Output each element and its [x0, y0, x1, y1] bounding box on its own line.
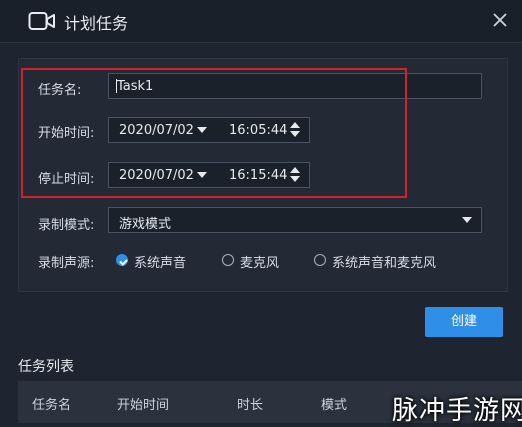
stop-date-dropdown-icon[interactable]: [197, 172, 207, 178]
task-name-label: 任务名:: [38, 83, 82, 98]
start-date-dropdown-icon[interactable]: [197, 127, 207, 133]
start-time-label: 开始时间:: [38, 126, 95, 141]
radio-label: 系统声音: [134, 256, 187, 271]
record-mode-label: 录制模式:: [38, 218, 95, 233]
text-cursor: [116, 79, 117, 93]
window-title: 计划任务: [64, 14, 129, 33]
start-date-value: 2020/07/02: [119, 123, 194, 138]
create-button[interactable]: 创建: [425, 307, 503, 337]
stop-date-value: 2020/07/02: [119, 168, 194, 183]
radio-unchecked-icon: [222, 254, 234, 266]
radio-label: 麦克风: [240, 256, 280, 271]
stop-time-spinner-icon[interactable]: [290, 167, 300, 183]
chevron-down-icon[interactable]: [462, 217, 472, 223]
radio-label: 系统声音和麦克风: [332, 256, 437, 271]
task-name-input[interactable]: [108, 73, 482, 99]
record-mode-select[interactable]: 游戏模式: [108, 207, 482, 233]
title-bar: 计划任务: [0, 0, 522, 43]
radio-checked-icon: [116, 254, 128, 266]
stop-time-label: 停止时间:: [38, 172, 95, 187]
column-header-name[interactable]: 任务名: [32, 394, 71, 413]
start-time-value: 16:05:44: [229, 123, 288, 138]
column-header-duration[interactable]: 时长: [237, 394, 263, 413]
record-mode-value: 游戏模式: [119, 217, 172, 232]
task-list-title: 任务列表: [18, 359, 74, 375]
record-source-label: 录制声源:: [38, 256, 95, 271]
radio-unchecked-icon: [314, 254, 326, 266]
column-header-mode[interactable]: 模式: [321, 394, 347, 413]
start-datetime-picker[interactable]: 2020/07/02 16:05:44: [108, 117, 310, 143]
close-icon[interactable]: [490, 10, 510, 30]
stop-datetime-picker[interactable]: 2020/07/02 16:15:44: [108, 162, 310, 188]
video-camera-icon: [28, 12, 55, 30]
watermark-text: 脉冲手游网: [392, 396, 522, 426]
start-time-spinner-icon[interactable]: [290, 122, 300, 138]
column-header-start[interactable]: 开始时间: [117, 394, 169, 413]
stop-time-value: 16:15:44: [229, 168, 288, 183]
